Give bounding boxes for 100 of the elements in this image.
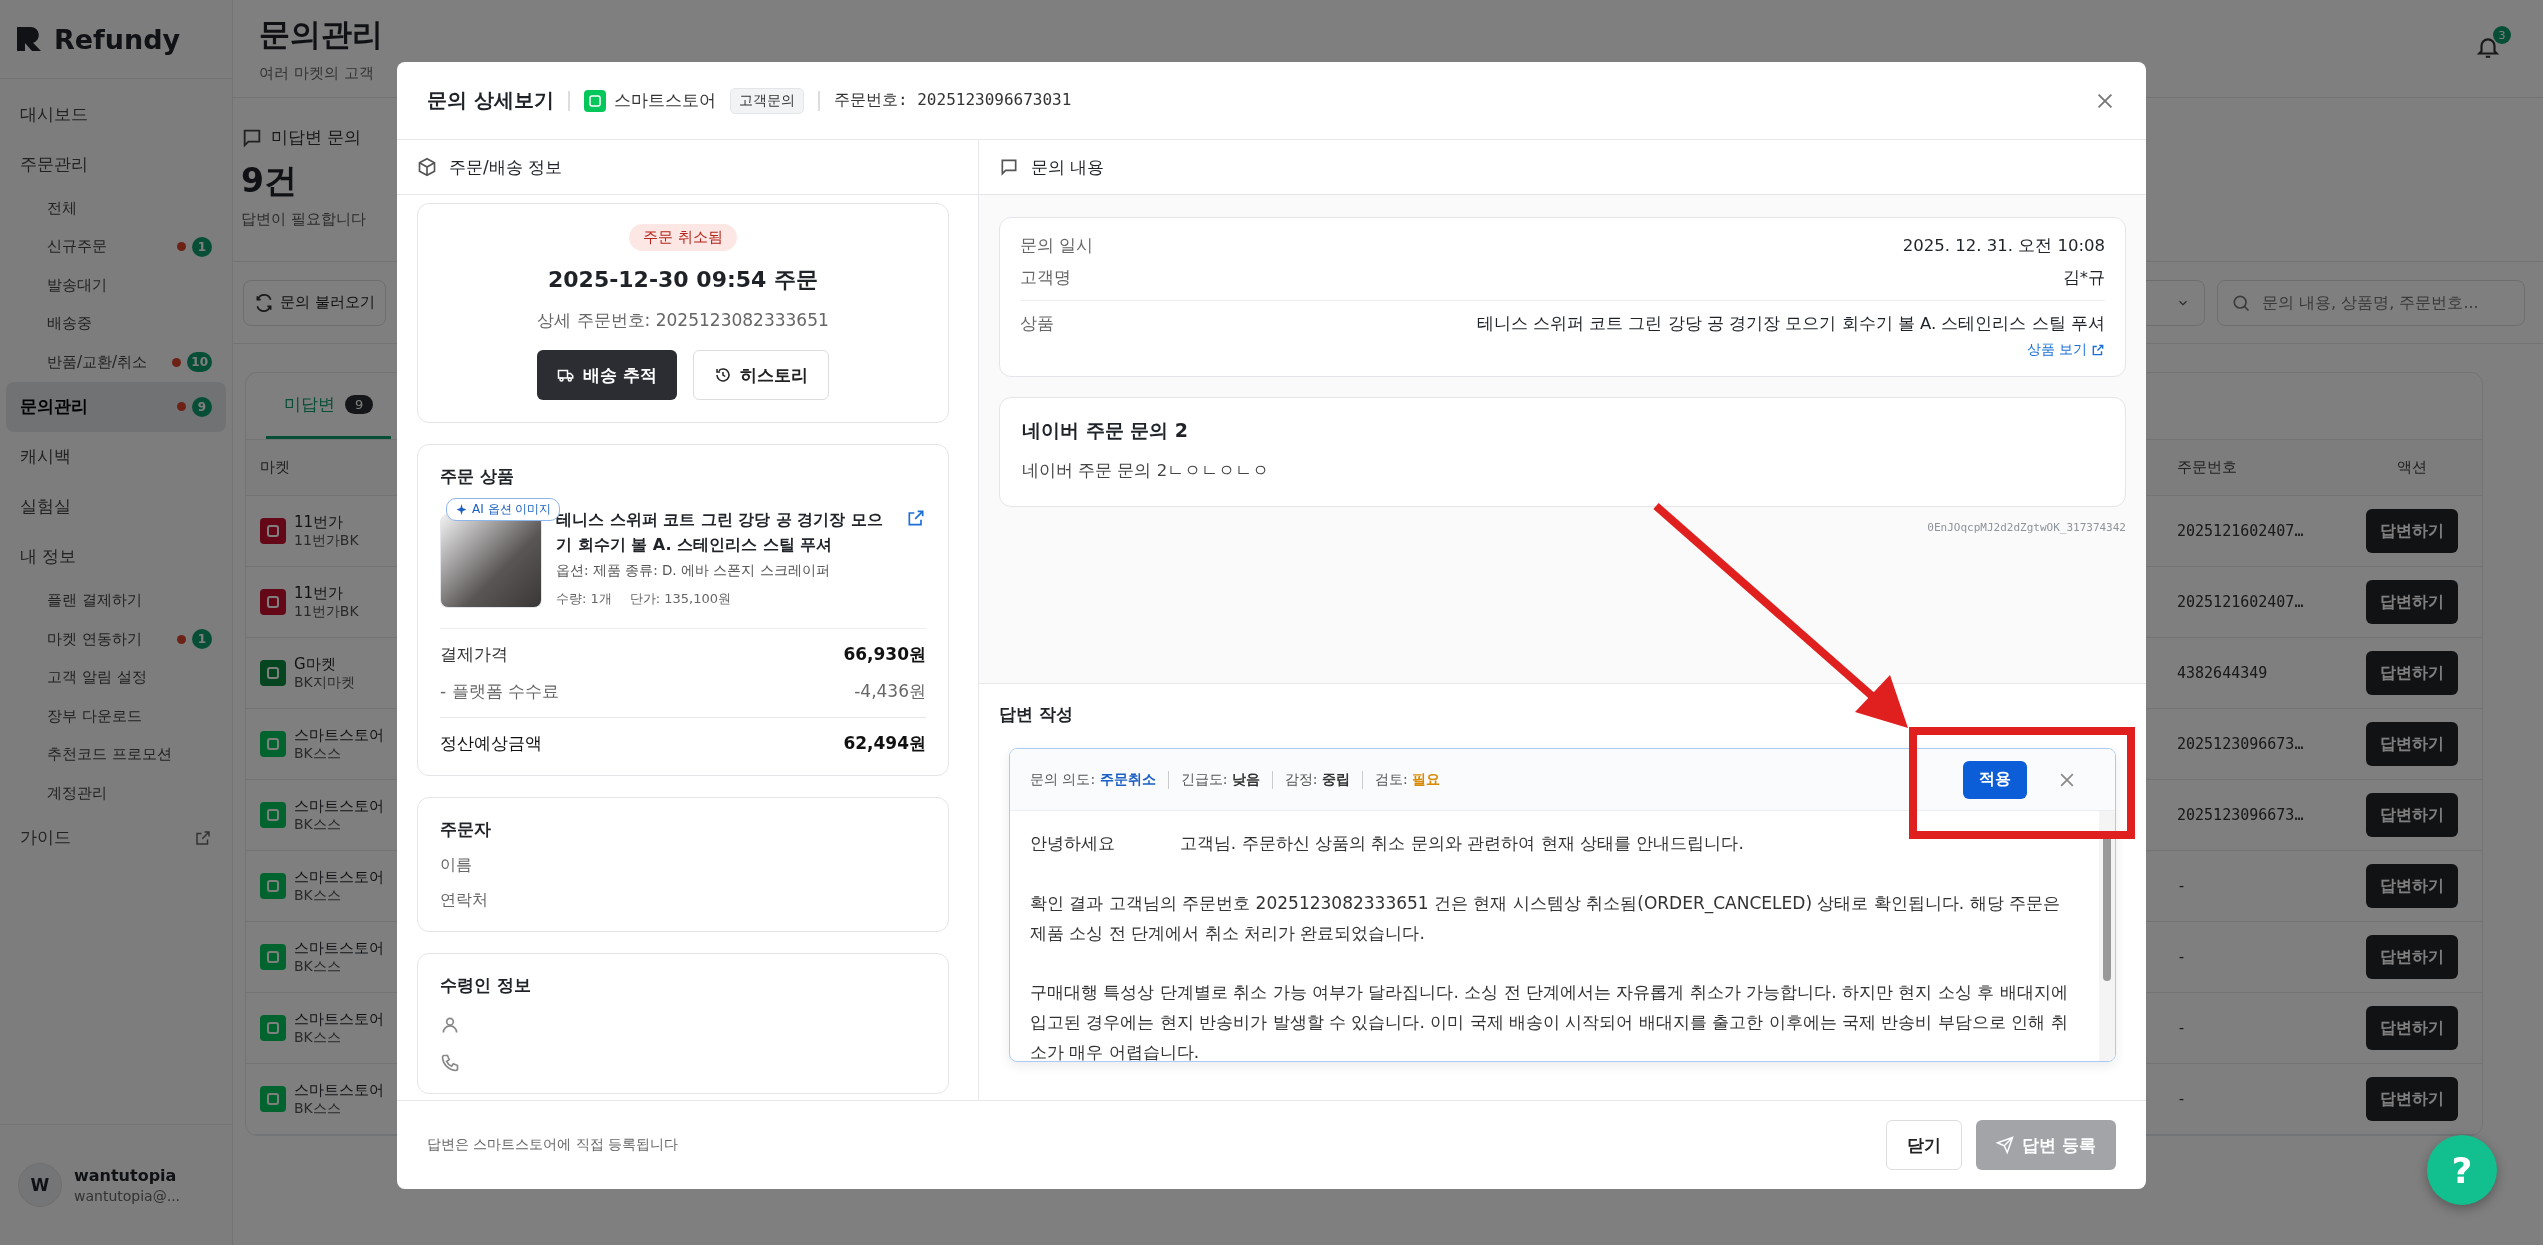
market-name: 11번가: [294, 583, 344, 603]
amount-label: - 플랫폼 수수료: [440, 680, 559, 703]
market-logo-icon: [260, 518, 286, 544]
analysis-tag: 검토: 필요: [1361, 770, 1453, 789]
sidebar-subitem[interactable]: 계정관리: [6, 774, 226, 813]
card-title: 주문 상품: [440, 465, 515, 488]
sidebar-item[interactable]: 캐시백: [6, 431, 226, 482]
close-button[interactable]: 닫기: [1886, 1120, 1963, 1170]
status-badge: 주문 취소됨: [629, 224, 737, 251]
info-label: 고객명: [1020, 267, 1071, 289]
sparkle-icon: [455, 503, 468, 516]
info-value: 테니스 스위퍼 코트 그린 강당 공 경기장 모으기 회수기 볼 A. 스테인리스 스틸 푸셔: [1476, 313, 2105, 335]
stat-note: 답변이 필요합니다: [241, 210, 366, 229]
reply-button[interactable]: 답변하기: [2366, 793, 2458, 837]
reply-button[interactable]: 답변하기: [2366, 651, 2458, 695]
reply-button[interactable]: 답변하기: [2366, 1006, 2458, 1050]
market-logo-icon: [260, 802, 286, 828]
market-logo-icon: [260, 589, 286, 615]
chat-icon: [999, 157, 1019, 177]
sidebar-subitem[interactable]: 장부 다운로드: [6, 697, 226, 736]
sidebar-subitem[interactable]: 배송중: [6, 304, 226, 343]
market-name: 스마트스토어: [613, 89, 716, 112]
market-name: 11번가: [294, 512, 344, 532]
stat-value: 9건: [241, 160, 297, 202]
sidebar-subitem[interactable]: 신규주문 1: [6, 227, 226, 266]
info-value: 김*규: [2062, 267, 2105, 289]
refresh-icon: [254, 292, 274, 313]
market-name: 스마트스토어: [294, 796, 384, 816]
track-button[interactable]: 배송 추적: [537, 350, 677, 400]
order-number: 4382644349: [2177, 664, 2268, 682]
order-number: 2025123096673…: [2177, 735, 2304, 753]
sidebar-subitem[interactable]: 마켓 연동하기 1: [6, 620, 226, 659]
market-logo-icon: [260, 660, 286, 686]
sidebar-subitem[interactable]: 고객 알림 설정: [6, 658, 226, 697]
avatar: W: [18, 1163, 62, 1207]
field-label: 연락처: [440, 890, 489, 911]
order-number: 2025121602407…: [2177, 522, 2304, 540]
reply-button[interactable]: 답변하기: [2366, 509, 2458, 553]
order-date: 2025-12-30 09:54 주문: [547, 266, 819, 294]
history-button[interactable]: 히스토리: [692, 350, 829, 400]
message-body: 네이버 주문 문의 2ㄴㅇㄴㅇㄴㅇ: [1022, 460, 1271, 482]
order-number: 2025123096673…: [2177, 806, 2304, 824]
product-link[interactable]: 상품 보기: [2026, 341, 2105, 359]
user-name: wantutopia: [74, 1166, 178, 1185]
logo-text: Refundy: [54, 23, 181, 55]
sidebar-item[interactable]: 대시보드: [6, 89, 226, 139]
analysis-tag: 감정: 중립: [1271, 770, 1362, 789]
sidebar-subitem[interactable]: 전체: [6, 189, 226, 228]
reply-button[interactable]: 답변하기: [2366, 1077, 2458, 1121]
market-account: BK스스: [294, 1099, 341, 1118]
market-name: 스마트스토어: [294, 1009, 384, 1029]
market-name: G마켓: [294, 654, 336, 674]
sidebar-subitem[interactable]: 발송대기: [6, 266, 226, 305]
market-account: BK스스: [294, 744, 341, 763]
market-logo-icon: [260, 944, 286, 970]
market-account: 11번가BK: [294, 531, 359, 550]
sidebar-subitem[interactable]: 추천코드 프로모션: [6, 735, 226, 774]
logo-icon: [14, 24, 44, 54]
sidebar-item[interactable]: 내 정보: [6, 531, 226, 582]
section-heading: 답변 작성: [999, 704, 1074, 726]
amount-label: 결제가격: [440, 643, 508, 666]
market-logo-icon: [260, 731, 286, 757]
new-dot: [177, 402, 186, 411]
quantity: 수량: 1개: [556, 589, 612, 608]
history-icon: [713, 366, 732, 384]
reply-button[interactable]: 답변하기: [2366, 722, 2458, 766]
reply-button[interactable]: 답변하기: [2366, 935, 2458, 979]
sidebar-item[interactable]: 실험실: [6, 481, 226, 532]
stat-label: 미답변 문의: [271, 126, 362, 149]
external-link-icon[interactable]: [906, 508, 926, 528]
column-header: 액션: [2396, 458, 2428, 477]
sidebar-item[interactable]: 문의관리 9: [6, 381, 226, 432]
external-link-icon: [194, 828, 212, 847]
new-dot: [177, 242, 186, 252]
market-logo-icon: [260, 873, 286, 899]
search-field[interactable]: 문의 내용, 상품명, 주문번호...: [2217, 279, 2525, 326]
section-heading: 주문/배송 정보: [449, 155, 563, 179]
notification-badge: 3: [2493, 26, 2511, 44]
market-name: 스마트스토어: [294, 867, 384, 887]
sidebar-subitem[interactable]: 반품/교환/취소 10: [6, 343, 226, 382]
new-dot: [177, 634, 186, 644]
order-number: 2025121602407…: [2177, 593, 2304, 611]
reply-button[interactable]: 답변하기: [2366, 864, 2458, 908]
unit-price: 단가: 135,100원: [629, 589, 732, 608]
column-header: 마켓: [260, 458, 290, 477]
amount-value: 66,930원: [843, 643, 926, 666]
box-icon: [417, 157, 437, 177]
column-header: 주문번호: [2177, 458, 2237, 477]
refresh-button[interactable]: 문의 불러오기: [243, 279, 386, 326]
apply-button[interactable]: 적용: [1963, 760, 2027, 799]
sidebar-subitem[interactable]: 플랜 결제하기: [6, 581, 226, 620]
sidebar-item[interactable]: 주문관리: [6, 139, 226, 189]
reply-button[interactable]: 답변하기: [2366, 580, 2458, 624]
sidebar-item[interactable]: 가이드: [6, 812, 226, 863]
amount-label: 정산예상금액: [440, 732, 542, 755]
product-option: 옵션: 제품 종류: D. 에바 스폰지 스크레이퍼: [556, 561, 892, 580]
help-button[interactable]: ?: [2427, 1135, 2497, 1205]
answer-field[interactable]: 안녕하세요 고객님. 주문하신 상품의 취소 문의와 관련하여 현재 상태를 안내드립니다. 확인 결과 고객님의 주문번호 2025123082333651 건은 현재 시스템상 취소됨(ORDER_CANCELED) 상태로 확인됩니다. 해당 주문은 제품 소싱 전 단계에서 취소 처리가 완료되었습니다. 구매대행 특성상 단계별로 취소 가능 여부가 달라집니다. 소싱 전 단계에서는 자유롭게 취소가 가능합니다. 하지만 현지 소싱 후 배대지에 입고된 경우에는 현지 반송비가 발생할 수 있습니다. 이미 국제 배송이 시작되어 배대지를 출고한 이후에는 국제 반송비 부담으로 인해 취소가 매우 어렵습니다.: [1010, 811, 2099, 1061]
count-badge: 1: [192, 236, 212, 257]
scrollbar[interactable]: [2099, 811, 2115, 1061]
